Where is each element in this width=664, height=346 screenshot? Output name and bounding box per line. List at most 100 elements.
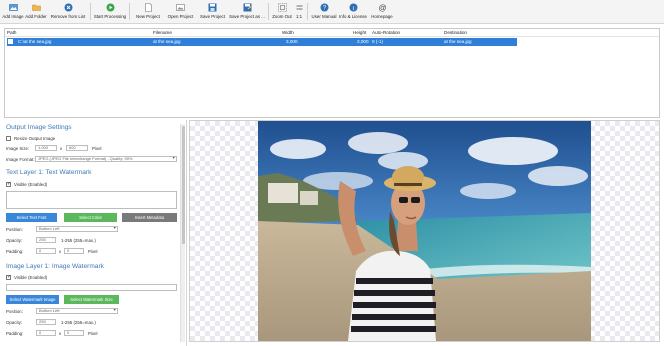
- add-image-button[interactable]: Add Image: [2, 0, 24, 23]
- new-project-label: New Project: [136, 14, 160, 19]
- zoom-out-button[interactable]: Zoom Out: [271, 0, 293, 23]
- image-opacity-stepper[interactable]: 255: [36, 319, 56, 325]
- image-format-select[interactable]: JPEG (JPEG File Interchange Format) - Qu…: [35, 156, 177, 162]
- open-project-label: Open Project: [167, 14, 194, 19]
- user-manual-button[interactable]: ? User Manual: [310, 0, 338, 23]
- select-text-font-button[interactable]: Select Text Font: [6, 213, 57, 222]
- width-stepper[interactable]: 1,000: [35, 145, 57, 151]
- remove-from-list-button[interactable]: Remove from List: [48, 0, 88, 23]
- remove-icon: [64, 3, 73, 12]
- save-project-as-button[interactable]: Save Project as ...: [228, 0, 266, 23]
- toolbar: Add Image Add Folder Remove from List St…: [0, 0, 664, 24]
- remove-from-list-label: Remove from List: [50, 14, 86, 19]
- play-icon: [106, 3, 115, 12]
- save-as-icon: [243, 3, 252, 12]
- watermark-text-input[interactable]: [6, 191, 177, 209]
- homepage-button[interactable]: @ Homepage: [368, 0, 396, 23]
- insert-metadata-button[interactable]: Insert Metadata: [122, 213, 177, 222]
- text-layer-title: Text Layer 1: Text Watermark: [6, 169, 92, 176]
- text-position-select[interactable]: Bottom Left: [36, 226, 118, 232]
- user-manual-label: User Manual: [311, 14, 337, 19]
- column-header-destination[interactable]: Destination: [444, 30, 467, 35]
- new-project-button[interactable]: New Project: [132, 0, 164, 23]
- image-size-label: Image Size:: [6, 146, 30, 151]
- column-header-filename[interactable]: Filename: [153, 30, 172, 35]
- watermark-image-path-input[interactable]: [6, 284, 177, 291]
- actual-size-label: 1:1: [295, 14, 303, 19]
- toolbar-divider: [268, 3, 269, 20]
- zoom-out-icon: [277, 3, 287, 12]
- column-header-auto-rotation[interactable]: Auto-Rotation: [372, 30, 400, 35]
- table-row[interactable]: C:\at the sea.jpg at the sea.jpg 3,000 3…: [7, 38, 517, 46]
- row-path: C:\at the sea.jpg: [18, 39, 52, 44]
- row-auto-rotation: 0 (-1): [372, 39, 383, 44]
- start-processing-button[interactable]: Start Processing: [93, 0, 127, 23]
- toolbar-divider: [90, 3, 91, 20]
- new-project-icon: [144, 3, 153, 12]
- image-padding-y-stepper[interactable]: 0: [64, 330, 84, 336]
- text-opacity-stepper[interactable]: 255: [36, 237, 56, 243]
- size-x-label: x: [60, 146, 63, 151]
- save-project-as-label: Save Project as ...: [229, 14, 265, 19]
- resize-output-label: Resize Output Image: [14, 136, 56, 141]
- size-unit-label: Pixel: [92, 146, 102, 151]
- save-project-button[interactable]: Save Project: [197, 0, 228, 23]
- svg-text:@: @: [378, 3, 386, 12]
- resize-output-checkbox[interactable]: [6, 136, 11, 141]
- settings-scrollbar[interactable]: [180, 124, 185, 342]
- actual-size-icon: [295, 3, 304, 12]
- folder-icon: [31, 3, 41, 12]
- toolbar-divider: [307, 3, 308, 20]
- output-settings-title: Output Image Settings: [6, 124, 72, 131]
- open-project-button[interactable]: Open Project: [164, 0, 197, 23]
- add-folder-label: Add Folder: [25, 14, 47, 19]
- save-project-label: Save Project: [200, 14, 225, 19]
- add-image-icon: [8, 3, 18, 12]
- column-header-height[interactable]: Height: [353, 30, 366, 35]
- help-icon: ?: [320, 3, 329, 12]
- start-processing-label: Start Processing: [93, 14, 127, 19]
- text-opacity-range: 1-255 (255=max.): [61, 238, 96, 243]
- text-visible-label: Visible (Enabled): [14, 182, 48, 187]
- save-icon: [208, 3, 217, 12]
- scrollbar-thumb[interactable]: [182, 126, 185, 244]
- open-project-icon: [176, 3, 185, 12]
- text-padding-unit: Pixel: [88, 249, 98, 254]
- text-opacity-label: Opacity:: [6, 238, 23, 243]
- preview-photo: [258, 121, 591, 341]
- column-header-width[interactable]: Width: [282, 30, 294, 35]
- select-watermark-image-button[interactable]: Select Watermark Image: [6, 295, 59, 304]
- image-preview[interactable]: [189, 120, 660, 342]
- info-license-button[interactable]: i Info & License: [338, 0, 368, 23]
- text-visible-checkbox[interactable]: [6, 181, 11, 187]
- row-destination: at the sea.jpg: [444, 39, 472, 44]
- image-visible-label: Visible (Enabled): [14, 275, 48, 280]
- text-padding-x-stepper[interactable]: 0: [36, 248, 56, 254]
- add-image-label: Add Image: [2, 14, 24, 19]
- image-opacity-range: 1-255 (255=max.): [61, 320, 96, 325]
- image-padding-unit: Pixel: [88, 331, 98, 336]
- image-visible-checkbox[interactable]: [6, 274, 11, 280]
- height-stepper[interactable]: 600: [66, 145, 88, 151]
- column-header-path[interactable]: Path: [7, 30, 16, 35]
- image-format-label: Image Format:: [6, 157, 35, 162]
- text-padding-x-label: x: [59, 249, 62, 254]
- file-list[interactable]: Path Filename Width Height Auto-Rotation…: [4, 28, 660, 118]
- image-position-label: Position:: [6, 309, 23, 314]
- info-icon: i: [349, 3, 358, 12]
- row-height: 3,000: [357, 39, 369, 44]
- actual-size-button[interactable]: 1:1: [293, 0, 305, 23]
- text-padding-y-stepper[interactable]: 0: [64, 248, 84, 254]
- row-checkbox[interactable]: [8, 39, 13, 44]
- zoom-out-label: Zoom Out: [272, 14, 292, 19]
- image-opacity-label: Opacity:: [6, 320, 23, 325]
- select-color-button[interactable]: Select Color: [64, 213, 117, 222]
- homepage-label: Homepage: [371, 14, 393, 19]
- file-list-header: Path Filename Width Height Auto-Rotation…: [5, 29, 659, 37]
- at-icon: @: [378, 3, 387, 12]
- image-position-select[interactable]: Bottom Left: [36, 308, 118, 314]
- image-padding-x-stepper[interactable]: 0: [36, 330, 56, 336]
- add-folder-button[interactable]: Add Folder: [24, 0, 48, 23]
- select-watermark-size-button[interactable]: Select Watermark Size: [64, 295, 119, 304]
- row-width: 3,000: [286, 39, 298, 44]
